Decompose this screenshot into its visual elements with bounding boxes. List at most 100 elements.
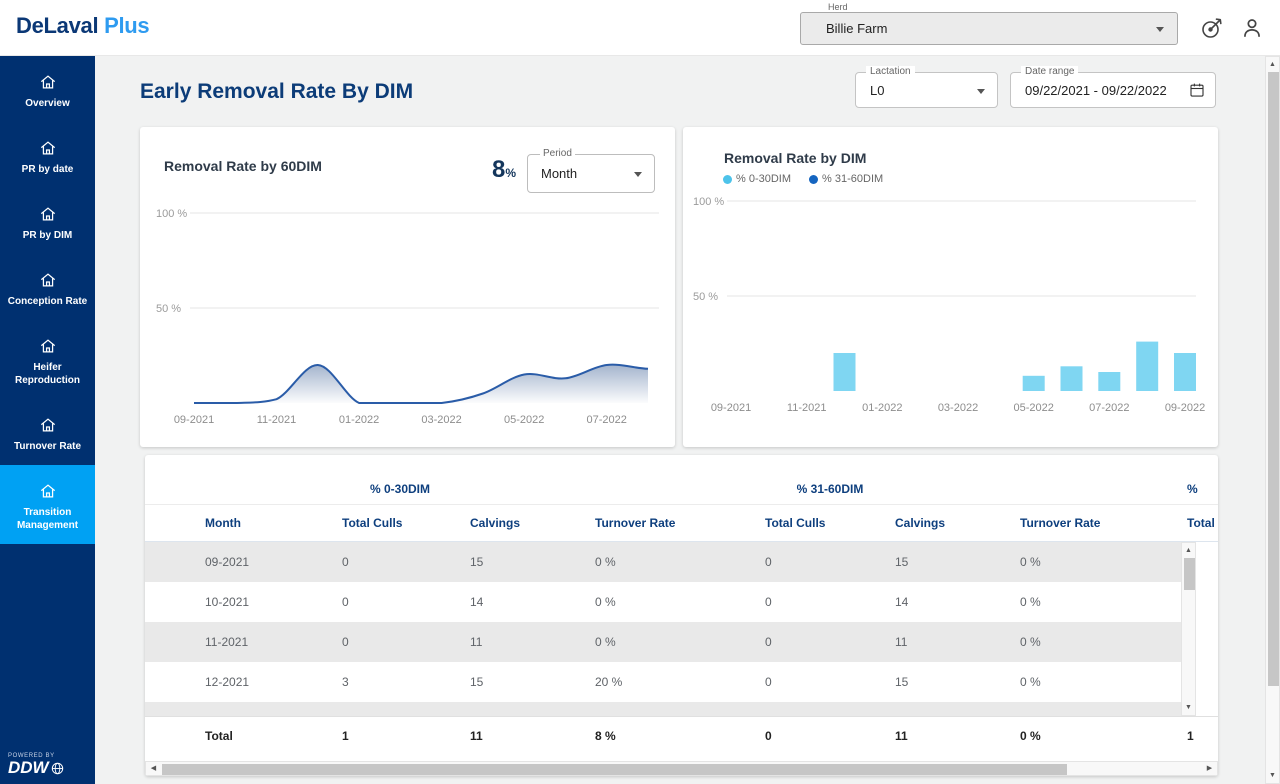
bar-chart-title: Removal Rate by DIM bbox=[724, 150, 866, 166]
svg-text:03-2022: 03-2022 bbox=[421, 414, 461, 426]
account-button[interactable] bbox=[1237, 13, 1267, 43]
scroll-down-arrow-icon[interactable]: ▼ bbox=[1182, 701, 1195, 714]
table-cell: 15 bbox=[470, 555, 595, 569]
scroll-left-arrow-icon[interactable]: ◀ bbox=[147, 762, 160, 775]
date-range-label: Date range bbox=[1021, 66, 1078, 77]
total-cell: 1 bbox=[1187, 729, 1218, 743]
table-row: 01-2022080 %080 % bbox=[145, 702, 1196, 716]
svg-text:09-2022: 09-2022 bbox=[1165, 402, 1205, 414]
column-header-total-culls: Total Culls bbox=[342, 516, 470, 530]
table-cell: 3 bbox=[342, 675, 470, 689]
legend-label: % 31-60DIM bbox=[822, 173, 883, 185]
scroll-right-arrow-icon[interactable]: ▶ bbox=[1203, 762, 1216, 775]
svg-text:100 %: 100 % bbox=[156, 208, 187, 220]
legend-item-31-60dim[interactable]: % 31-60DIM bbox=[809, 173, 883, 185]
app-logo: DeLaval Plus bbox=[16, 13, 149, 39]
herd-select-value: Billie Farm bbox=[826, 21, 887, 36]
sidebar-item-label: Turnover Rate bbox=[14, 440, 81, 453]
table-vertical-scrollbar[interactable]: ▲ ▼ bbox=[1181, 542, 1196, 716]
lactation-select[interactable]: Lactation L0 bbox=[855, 72, 998, 108]
table-cell: 01-2022 bbox=[205, 715, 342, 716]
date-range-input[interactable]: Date range 09/22/2021 - 09/22/2022 bbox=[1010, 72, 1216, 108]
table-cell: 0 bbox=[765, 555, 895, 569]
main-content: Early Removal Rate By DIM Lactation L0 D… bbox=[95, 56, 1265, 784]
sidebar-item-heifer-reproduction[interactable]: Heifer Reproduction bbox=[0, 320, 95, 399]
goal-target-button[interactable] bbox=[1197, 13, 1227, 43]
column-header-month: Month bbox=[205, 516, 342, 530]
home-icon bbox=[38, 336, 58, 356]
svg-text:01-2022: 01-2022 bbox=[862, 402, 902, 414]
column-header-total-culls: Total Culls bbox=[765, 516, 895, 530]
scrollbar-thumb[interactable] bbox=[1184, 558, 1195, 590]
svg-text:05-2022: 05-2022 bbox=[504, 414, 544, 426]
legend-dot-light bbox=[723, 175, 732, 184]
period-label: Period bbox=[540, 148, 575, 159]
herd-select[interactable]: Billie Farm bbox=[800, 12, 1178, 45]
calendar-icon[interactable] bbox=[1188, 81, 1206, 99]
column-header-turnover-rate: Turnover Rate bbox=[595, 516, 765, 530]
table-row: 10-20210140 %0140 % bbox=[145, 582, 1196, 622]
chevron-down-icon bbox=[634, 172, 642, 177]
svg-text:50 %: 50 % bbox=[693, 291, 718, 303]
legend-item-0-30dim[interactable]: % 0-30DIM bbox=[723, 173, 791, 185]
group-header-31-60dim: % 31-60DIM bbox=[797, 482, 864, 496]
main-vertical-scrollbar[interactable]: ▲ ▼ bbox=[1265, 56, 1280, 784]
svg-text:03-2022: 03-2022 bbox=[938, 402, 978, 414]
sidebar-item-pr-by-date[interactable]: PR by date bbox=[0, 122, 95, 188]
total-cell: 8 % bbox=[595, 729, 765, 743]
herd-select-label: Herd bbox=[828, 2, 848, 12]
table-cell: 11-2021 bbox=[205, 635, 342, 649]
sidebar-item-turnover-rate[interactable]: Turnover Rate bbox=[0, 399, 95, 465]
date-range-value: 09/22/2021 - 09/22/2022 bbox=[1025, 83, 1167, 98]
table-cell: 0 % bbox=[1020, 715, 1187, 716]
table-cell: 0 bbox=[765, 595, 895, 609]
home-icon bbox=[38, 72, 58, 92]
period-value: Month bbox=[541, 166, 577, 181]
table-horizontal-scrollbar[interactable]: ◀ ▶ bbox=[145, 761, 1218, 776]
period-select[interactable]: Period Month bbox=[527, 154, 655, 193]
table-cell: 0 bbox=[342, 595, 470, 609]
sidebar-item-pr-by-dim[interactable]: PR by DIM bbox=[0, 188, 95, 254]
scrollbar-thumb[interactable] bbox=[1268, 72, 1279, 686]
table-cell: 0 % bbox=[1020, 675, 1187, 689]
column-header-turnover-rate: Turnover Rate bbox=[1020, 516, 1187, 530]
svg-text:05-2022: 05-2022 bbox=[1014, 402, 1054, 414]
home-icon bbox=[38, 138, 58, 158]
scrollbar-thumb[interactable] bbox=[162, 764, 1067, 775]
table-cell: 8 bbox=[470, 715, 595, 716]
total-cell: 11 bbox=[895, 729, 1020, 743]
table-cell: 11 bbox=[895, 635, 1020, 649]
scroll-up-arrow-icon[interactable]: ▲ bbox=[1266, 58, 1279, 71]
table-cell: 0 % bbox=[1020, 635, 1187, 649]
bar-chart: 100 %50 %09-202111-202101-202203-202205-… bbox=[693, 189, 1205, 421]
column-header-calvings: Calvings bbox=[470, 516, 595, 530]
group-header-61-90dim: % bbox=[1187, 482, 1198, 496]
table-cell: 15 bbox=[470, 675, 595, 689]
table-cell: 15 bbox=[895, 675, 1020, 689]
legend-label: % 0-30DIM bbox=[736, 173, 791, 185]
table-cell: 0 bbox=[342, 555, 470, 569]
scroll-down-arrow-icon[interactable]: ▼ bbox=[1266, 769, 1279, 782]
table-cell: 0 bbox=[342, 635, 470, 649]
svg-text:100 %: 100 % bbox=[693, 196, 724, 208]
table-cell: 0 % bbox=[595, 555, 765, 569]
sidebar-item-conception-rate[interactable]: Conception Rate bbox=[0, 254, 95, 320]
top-bar: DeLaval Plus Herd Billie Farm bbox=[0, 0, 1280, 56]
table-cell: 0 bbox=[765, 635, 895, 649]
sidebar-item-overview[interactable]: Overview bbox=[0, 56, 95, 122]
home-icon bbox=[38, 415, 58, 435]
table-cell: 14 bbox=[470, 595, 595, 609]
table-cell: 10-2021 bbox=[205, 595, 342, 609]
home-icon bbox=[38, 481, 58, 501]
sidebar-item-transition-management[interactable]: Transition Management bbox=[0, 465, 95, 544]
person-icon bbox=[1239, 15, 1265, 41]
table-column-header: Month Total Culls Calvings Turnover Rate… bbox=[145, 505, 1218, 542]
column-header-total-culls: Total Culls bbox=[1187, 516, 1218, 530]
scroll-up-arrow-icon[interactable]: ▲ bbox=[1182, 544, 1195, 557]
svg-text:50 %: 50 % bbox=[156, 303, 181, 315]
table-cell: 09-2021 bbox=[205, 555, 342, 569]
table-row: 12-202131520 %0150 % bbox=[145, 662, 1196, 702]
table-total-row: Total 1 11 8 % 0 11 0 % 1 bbox=[145, 716, 1218, 754]
globe-icon bbox=[51, 762, 64, 775]
sidebar-item-label: Transition Management bbox=[3, 506, 92, 532]
